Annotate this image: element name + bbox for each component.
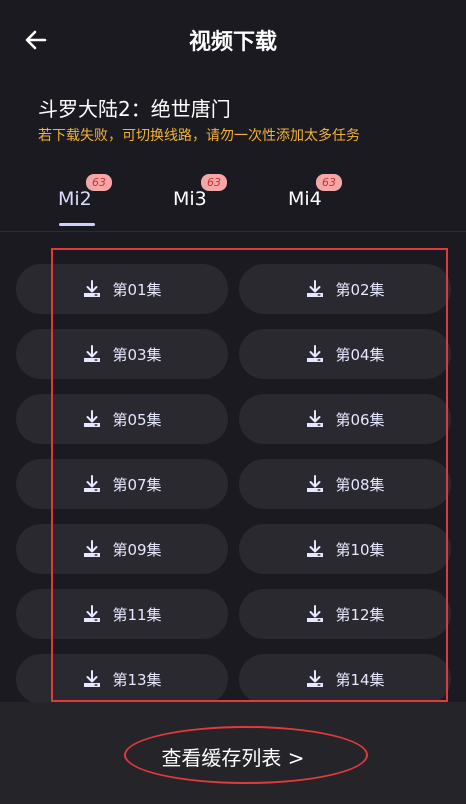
episode-grid: 第01集 第02集第03集 第04集第05集 第06集第07集 第08集第09集 第10集… xyxy=(0,232,466,702)
download-icon xyxy=(307,540,324,557)
download-notice: 若下载失败，可切换线路，请勿一次性添加太多任务 xyxy=(38,128,360,144)
active-tab-indicator xyxy=(59,223,95,226)
tab-badge: 63 xyxy=(201,174,227,191)
episode-download-button[interactable]: 第13集 xyxy=(16,654,228,702)
episode-label: 第03集 xyxy=(112,345,162,364)
page-title: 视频下载 xyxy=(188,30,277,55)
download-icon xyxy=(307,345,324,362)
episode-download-button[interactable]: 第01集 xyxy=(16,264,228,314)
tab-badge: 63 xyxy=(316,174,342,191)
tab-label: Mi3 xyxy=(173,188,207,210)
episode-label: 第09集 xyxy=(112,540,162,559)
episode-label: 第11集 xyxy=(112,605,162,624)
episode-download-button[interactable]: 第02集 xyxy=(239,264,451,314)
tab-label: Mi2 xyxy=(58,188,92,210)
episode-label: 第02集 xyxy=(335,280,385,299)
tab-label: Mi4 xyxy=(288,188,322,210)
footer-bar: 查看缓存列表 > xyxy=(0,702,466,804)
episode-label: 第14集 xyxy=(335,670,385,689)
episode-label: 第07集 xyxy=(112,475,162,494)
tab-mi3[interactable]: Mi3 63 xyxy=(173,174,227,210)
episode-download-button[interactable]: 第11集 xyxy=(16,589,228,639)
episode-label: 第05集 xyxy=(112,410,162,429)
tab-mi2[interactable]: Mi2 63 xyxy=(58,174,112,210)
episode-label: 第04集 xyxy=(335,345,385,364)
download-icon xyxy=(84,345,101,362)
episode-download-button[interactable]: 第04集 xyxy=(239,329,451,379)
download-icon xyxy=(307,670,324,687)
download-icon xyxy=(84,540,101,557)
episode-download-button[interactable]: 第06集 xyxy=(239,394,451,444)
tab-badge: 63 xyxy=(86,174,112,191)
download-icon xyxy=(307,475,324,492)
episode-download-button[interactable]: 第09集 xyxy=(16,524,228,574)
download-icon xyxy=(84,410,101,427)
video-title: 斗罗大陆2：绝世唐门 xyxy=(38,97,231,121)
episode-label: 第01集 xyxy=(112,280,162,299)
download-icon xyxy=(84,280,101,297)
episode-label: 第08集 xyxy=(335,475,385,494)
download-icon xyxy=(307,605,324,622)
episode-label: 第06集 xyxy=(335,410,385,429)
episode-download-button[interactable]: 第12集 xyxy=(239,589,451,639)
view-cache-list-button[interactable]: 查看缓存列表 > xyxy=(0,742,466,771)
download-icon xyxy=(84,670,101,687)
source-tabs: Mi2 63 Mi3 63 Mi4 63 xyxy=(0,170,466,232)
download-icon xyxy=(84,475,101,492)
episode-download-button[interactable]: 第14集 xyxy=(239,654,451,702)
download-icon xyxy=(307,410,324,427)
episode-label: 第12集 xyxy=(335,605,385,624)
episode-download-button[interactable]: 第07集 xyxy=(16,459,228,509)
episode-download-button[interactable]: 第08集 xyxy=(239,459,451,509)
download-icon xyxy=(84,605,101,622)
episode-download-button[interactable]: 第03集 xyxy=(16,329,228,379)
download-icon xyxy=(307,280,324,297)
top-bar: 视频下载 xyxy=(0,0,466,80)
tab-mi4[interactable]: Mi4 63 xyxy=(288,174,342,210)
episode-download-button[interactable]: 第10集 xyxy=(239,524,451,574)
episode-label: 第13集 xyxy=(112,670,162,689)
episode-download-button[interactable]: 第05集 xyxy=(16,394,228,444)
episode-label: 第10集 xyxy=(335,540,385,559)
